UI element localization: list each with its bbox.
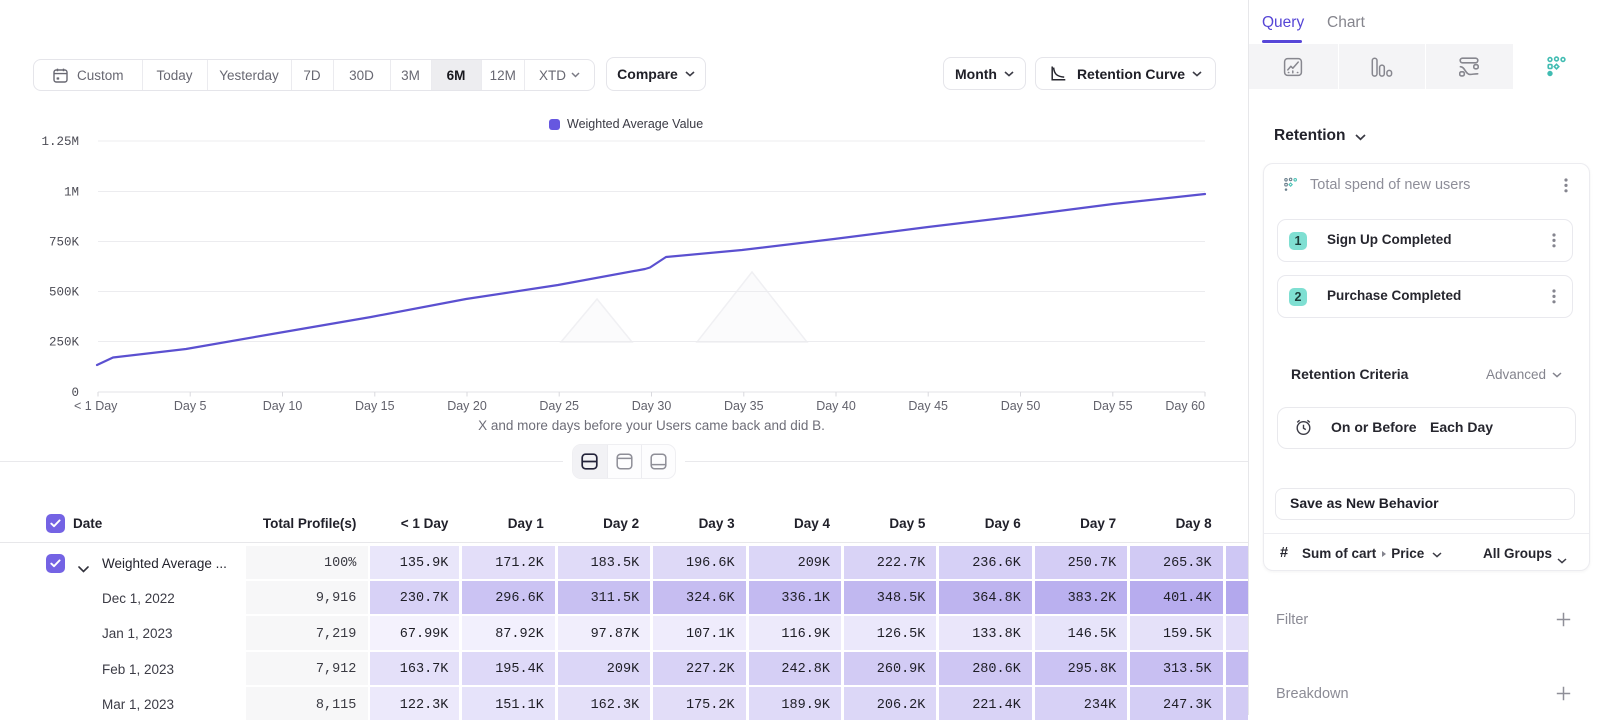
svg-text:750K: 750K xyxy=(49,236,80,250)
svg-text:Day 35: Day 35 xyxy=(724,399,764,413)
svg-text:Day 60: Day 60 xyxy=(1165,399,1205,413)
svg-text:Day 30: Day 30 xyxy=(632,399,672,413)
svg-text:Day 25: Day 25 xyxy=(539,399,579,413)
svg-text:Day 15: Day 15 xyxy=(355,399,395,413)
svg-text:Day 40: Day 40 xyxy=(816,399,856,413)
svg-text:Day 10: Day 10 xyxy=(263,399,303,413)
svg-text:1M: 1M xyxy=(64,186,79,200)
svg-text:250K: 250K xyxy=(49,336,80,350)
svg-text:Day 50: Day 50 xyxy=(1001,399,1041,413)
svg-text:0: 0 xyxy=(71,386,79,400)
svg-text:Day 5: Day 5 xyxy=(174,399,207,413)
svg-text:Day 55: Day 55 xyxy=(1093,399,1133,413)
svg-text:< 1 Day: < 1 Day xyxy=(74,399,118,413)
svg-text:1.25M: 1.25M xyxy=(41,135,79,149)
svg-text:Day 45: Day 45 xyxy=(908,399,948,413)
svg-text:Day 20: Day 20 xyxy=(447,399,487,413)
svg-text:500K: 500K xyxy=(49,286,80,300)
